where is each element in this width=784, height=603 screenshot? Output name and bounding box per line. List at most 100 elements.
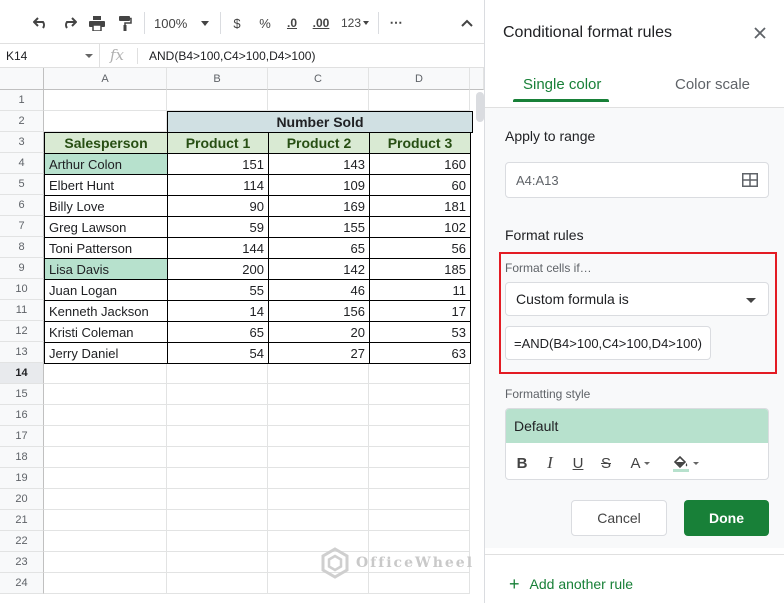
row-header[interactable]: 9 (0, 258, 44, 279)
cell[interactable] (44, 552, 167, 573)
sales-value-cell[interactable]: 142 (268, 258, 370, 280)
row-header[interactable]: 13 (0, 342, 44, 363)
cell[interactable] (268, 510, 369, 531)
cell[interactable] (167, 573, 268, 594)
column-header[interactable]: A (44, 68, 167, 90)
sales-value-cell[interactable]: 160 (369, 153, 471, 175)
cell[interactable] (167, 510, 268, 531)
decrease-decimal-button[interactable]: .0 (282, 12, 302, 34)
sales-value-cell[interactable]: 102 (369, 216, 471, 238)
cell[interactable] (369, 489, 470, 510)
group-header-cell[interactable]: Number Sold (167, 111, 473, 133)
cell[interactable] (167, 447, 268, 468)
sales-value-cell[interactable]: 169 (268, 195, 370, 217)
salesperson-cell[interactable]: Toni Patterson (44, 237, 168, 259)
cell[interactable] (268, 426, 369, 447)
strikethrough-button[interactable]: S (598, 453, 614, 473)
italic-button[interactable]: I (542, 453, 558, 473)
column-header[interactable]: C (268, 68, 369, 90)
fill-color-button[interactable] (670, 453, 700, 473)
row-header[interactable]: 18 (0, 447, 44, 468)
sales-value-cell[interactable]: 143 (268, 153, 370, 175)
cell[interactable] (167, 363, 268, 384)
sales-value-cell[interactable]: 27 (268, 342, 370, 364)
cell[interactable] (268, 468, 369, 489)
formula-input[interactable]: AND(B4>100,C4>100,D4>100) (149, 49, 315, 63)
select-all-corner[interactable] (0, 68, 44, 90)
sales-value-cell[interactable]: 63 (369, 342, 471, 364)
sales-value-cell[interactable]: 54 (167, 342, 269, 364)
salesperson-cell[interactable]: Kenneth Jackson (44, 300, 168, 322)
cell[interactable] (44, 111, 167, 132)
table-header-cell[interactable]: Product 1 (167, 132, 269, 154)
underline-button[interactable]: U (570, 453, 586, 473)
cell[interactable] (167, 405, 268, 426)
table-header-cell[interactable]: Product 3 (369, 132, 471, 154)
salesperson-cell[interactable]: Elbert Hunt (44, 174, 168, 196)
cell[interactable] (268, 90, 369, 111)
condition-select[interactable]: Custom formula is (505, 282, 769, 316)
sales-value-cell[interactable]: 144 (167, 237, 269, 259)
cell[interactable] (369, 468, 470, 489)
row-header[interactable]: 7 (0, 216, 44, 237)
custom-formula-input[interactable] (505, 326, 711, 360)
close-icon[interactable] (751, 24, 769, 42)
sales-value-cell[interactable]: 17 (369, 300, 471, 322)
vertical-scrollbar[interactable] (476, 92, 484, 122)
salesperson-cell[interactable]: Arthur Colon (44, 153, 168, 175)
table-header-cell[interactable]: Salesperson (44, 132, 168, 154)
salesperson-cell[interactable]: Greg Lawson (44, 216, 168, 238)
cell[interactable] (44, 573, 167, 594)
zoom-select[interactable]: 100% (154, 12, 214, 34)
salesperson-cell[interactable]: Billy Love (44, 195, 168, 217)
sales-value-cell[interactable]: 181 (369, 195, 471, 217)
cell[interactable] (167, 531, 268, 552)
cell[interactable] (369, 447, 470, 468)
row-header[interactable]: 6 (0, 195, 44, 216)
cell[interactable] (167, 468, 268, 489)
row-header[interactable]: 4 (0, 153, 44, 174)
cell[interactable] (268, 363, 369, 384)
cell[interactable] (167, 426, 268, 447)
select-range-icon[interactable] (742, 173, 758, 187)
row-header[interactable]: 24 (0, 573, 44, 594)
cell[interactable] (44, 90, 167, 111)
row-header[interactable]: 1 (0, 90, 44, 111)
sales-value-cell[interactable]: 156 (268, 300, 370, 322)
cell[interactable] (369, 90, 470, 111)
cell[interactable] (268, 489, 369, 510)
undo-icon[interactable] (30, 12, 52, 34)
increase-decimal-button[interactable]: .00 (308, 12, 334, 34)
sales-value-cell[interactable]: 200 (167, 258, 269, 280)
row-header[interactable]: 22 (0, 531, 44, 552)
row-header[interactable]: 19 (0, 468, 44, 489)
cell[interactable] (369, 384, 470, 405)
style-preset-select[interactable]: Default (506, 409, 768, 443)
cell[interactable] (44, 384, 167, 405)
cell[interactable] (44, 447, 167, 468)
column-header[interactable]: D (369, 68, 470, 90)
sales-value-cell[interactable]: 65 (268, 237, 370, 259)
cell[interactable] (167, 489, 268, 510)
bold-button[interactable]: B (514, 453, 530, 473)
more-formats-button[interactable]: 123 (338, 12, 372, 34)
row-header[interactable]: 8 (0, 237, 44, 258)
row-header[interactable]: 14 (0, 363, 44, 384)
row-header[interactable]: 12 (0, 321, 44, 342)
salesperson-cell[interactable]: Jerry Daniel (44, 342, 168, 364)
tab-color-scale[interactable]: Color scale (675, 76, 750, 93)
cell[interactable] (369, 363, 470, 384)
text-color-button[interactable]: A (626, 453, 654, 473)
sales-value-cell[interactable]: 59 (167, 216, 269, 238)
cell[interactable] (268, 384, 369, 405)
cancel-button[interactable]: Cancel (571, 500, 667, 536)
paint-format-icon[interactable] (114, 12, 136, 34)
column-header[interactable]: B (167, 68, 268, 90)
cell[interactable] (369, 405, 470, 426)
collapse-toolbar-icon[interactable] (458, 12, 476, 34)
salesperson-cell[interactable]: Juan Logan (44, 279, 168, 301)
row-header[interactable]: 21 (0, 510, 44, 531)
cell[interactable] (44, 531, 167, 552)
redo-icon[interactable] (58, 12, 80, 34)
currency-format-button[interactable]: $ (228, 12, 246, 34)
